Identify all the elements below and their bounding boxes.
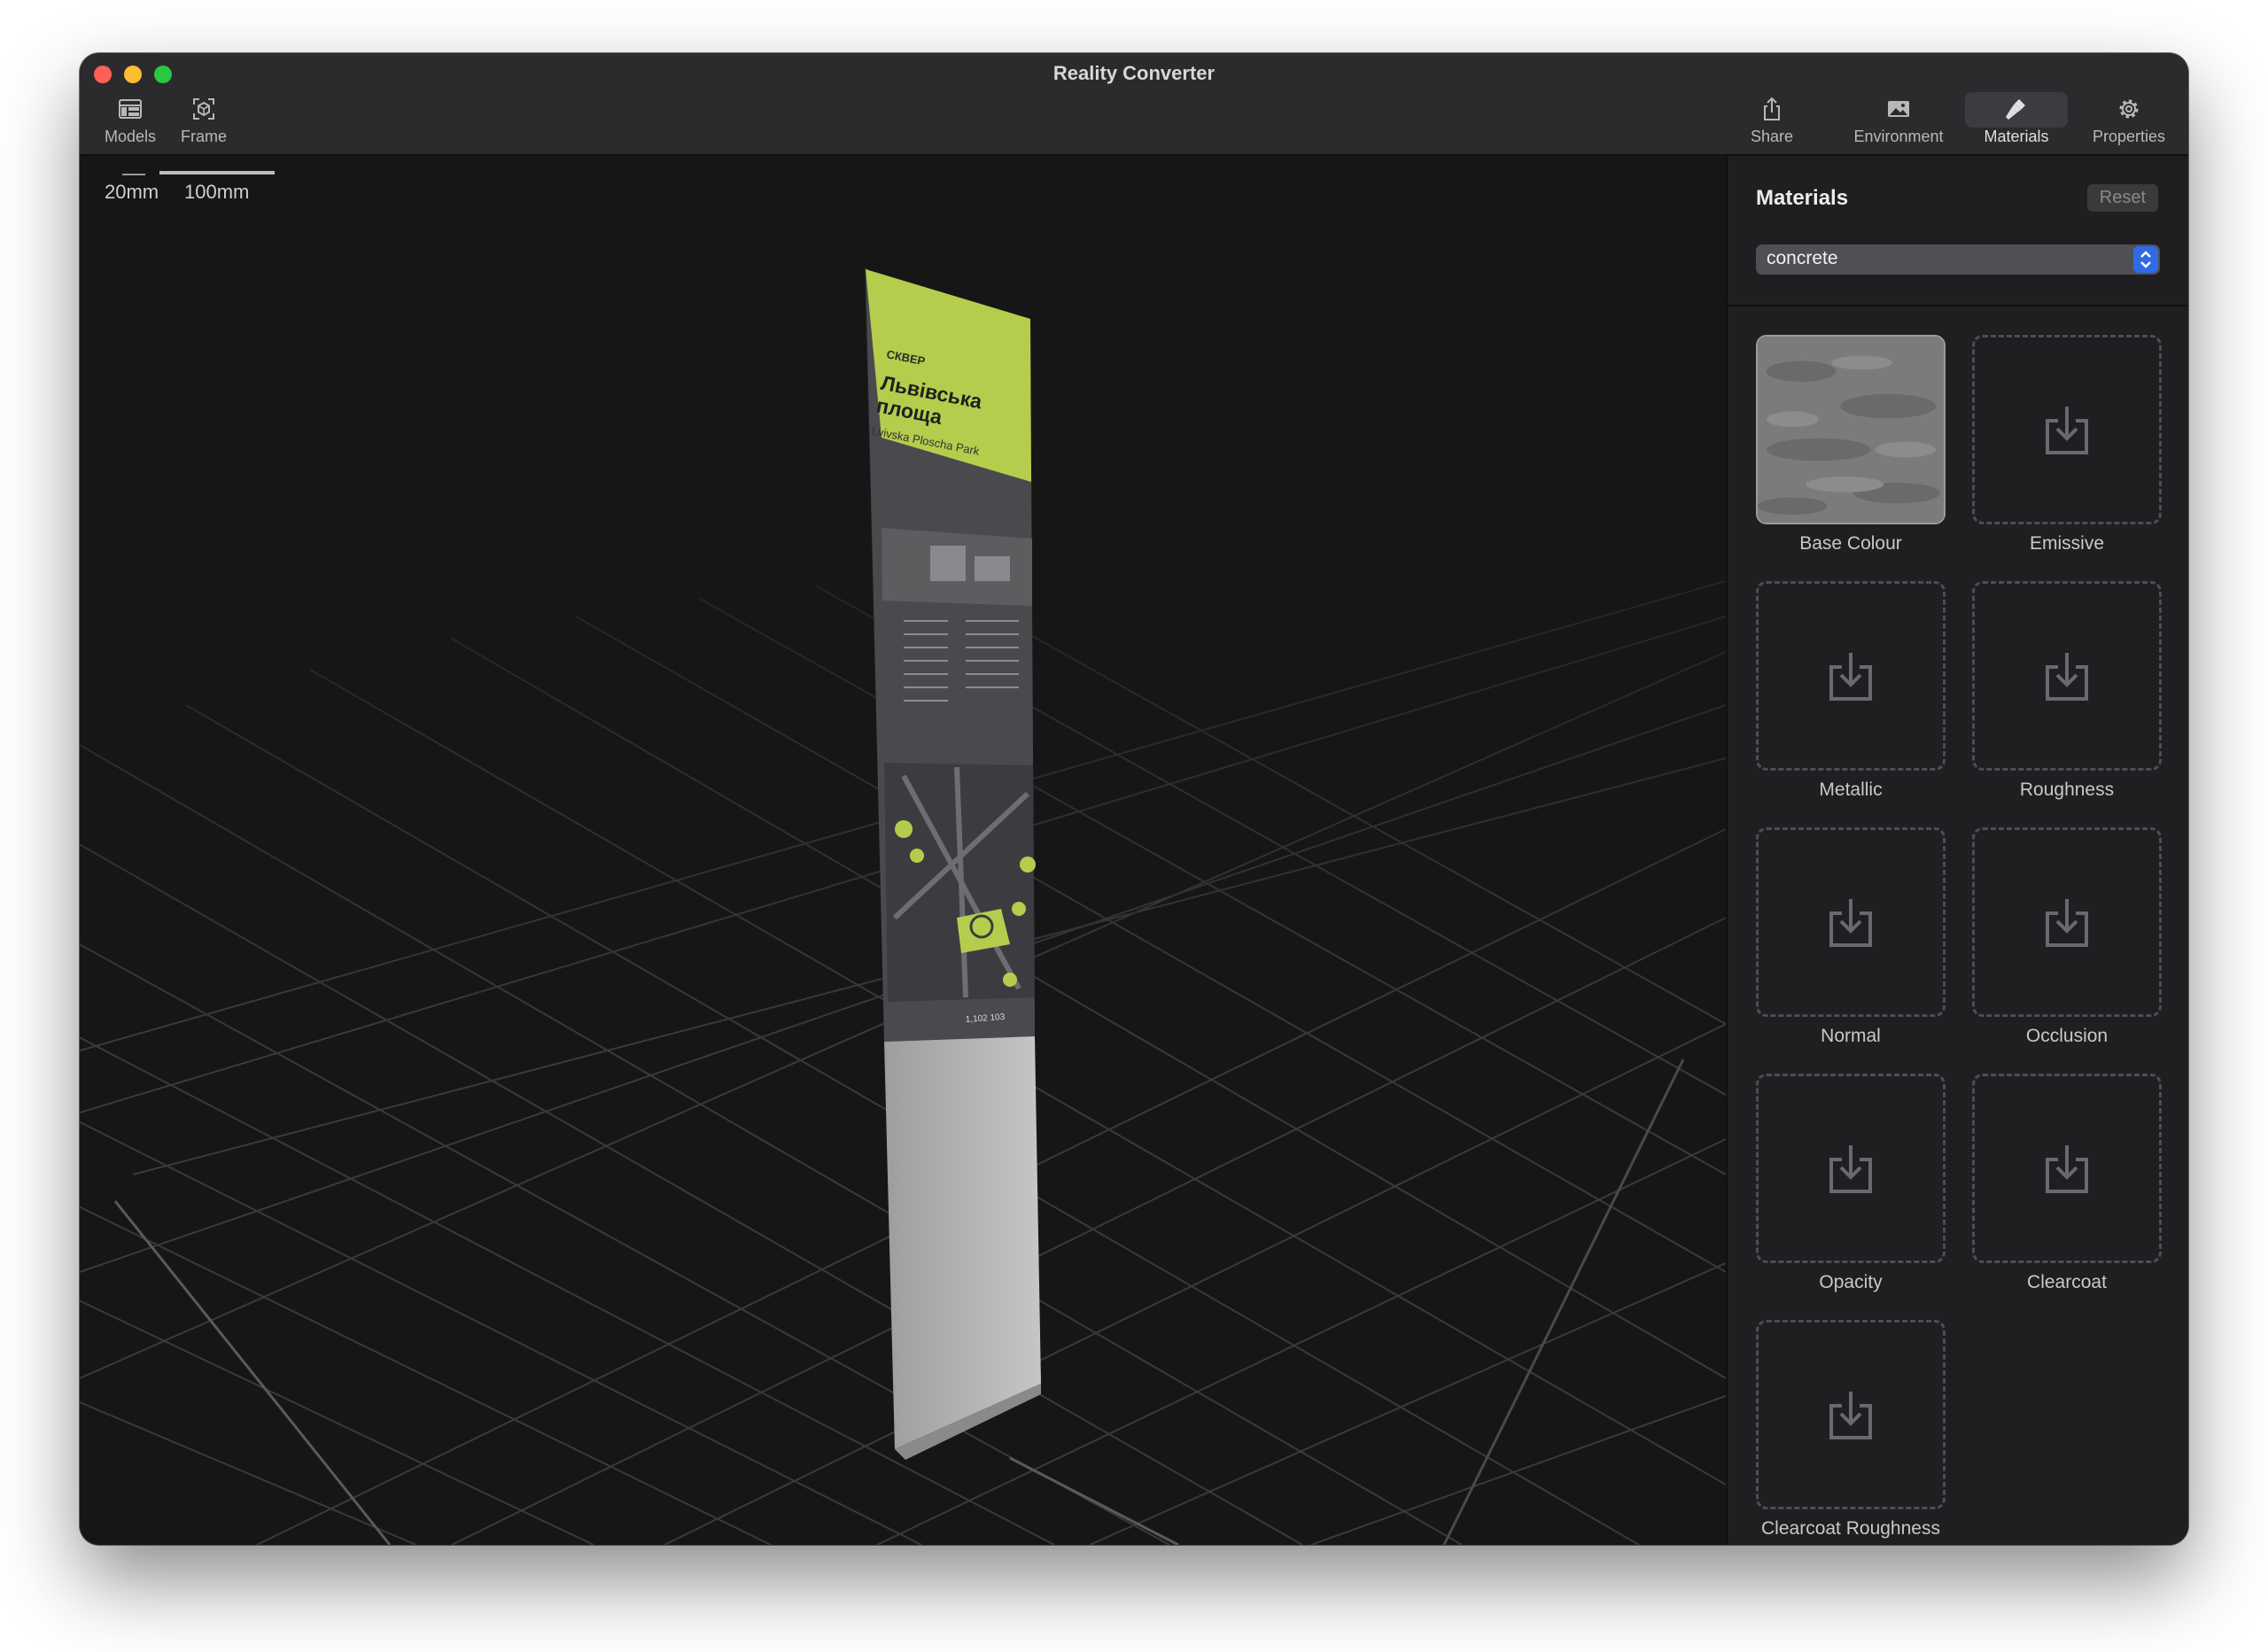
- scale-bar-large-line: [159, 171, 275, 175]
- share-button[interactable]: Share: [1736, 96, 1807, 146]
- scale-bar-small-line: [122, 174, 145, 175]
- clearcoat-label: Clearcoat: [2027, 1272, 2107, 1292]
- models-label: Models: [104, 128, 157, 145]
- frame-button[interactable]: Frame: [168, 96, 239, 146]
- material-select[interactable]: concrete: [1756, 244, 2160, 275]
- opacity-drop-zone[interactable]: [1756, 1074, 1946, 1263]
- roughness-slot[interactable]: Roughness: [1972, 581, 2162, 801]
- models-button[interactable]: Models: [90, 96, 170, 146]
- toolbar: Reality Converter Models Frame Share Env…: [80, 53, 2188, 156]
- base-colour-label: Base Colour: [1799, 533, 1902, 554]
- panel-title: Materials: [1756, 186, 1849, 210]
- emissive-label: Emissive: [2029, 533, 2104, 554]
- clearcoat-roughness-slot[interactable]: Clearcoat Roughness: [1756, 1320, 1946, 1540]
- normal-drop-zone[interactable]: [1756, 827, 1946, 1017]
- clearcoat-roughness-drop-zone[interactable]: [1756, 1320, 1946, 1509]
- sign-concrete-base: [884, 1036, 1041, 1449]
- occlusion-drop-zone[interactable]: [1972, 827, 2162, 1017]
- window-title: Reality Converter: [1052, 62, 1216, 84]
- share-label: Share: [1750, 128, 1794, 145]
- properties-button[interactable]: Properties: [2080, 96, 2178, 146]
- occlusion-slot[interactable]: Occlusion: [1972, 827, 2162, 1047]
- normal-slot[interactable]: Normal: [1756, 827, 1946, 1047]
- materials-icon: [2006, 99, 2025, 120]
- environment-icon: [1888, 101, 1909, 117]
- frame-icon: [193, 98, 214, 120]
- material-select-value: concrete: [1767, 248, 1838, 268]
- reset-button[interactable]: Reset: [2086, 184, 2158, 212]
- download-icon: [2046, 899, 2088, 947]
- opacity-label: Opacity: [1819, 1272, 1883, 1292]
- download-icon: [2046, 1145, 2088, 1193]
- panel-divider: [1728, 305, 2188, 306]
- frame-label: Frame: [180, 128, 227, 145]
- download-icon: [1829, 1392, 1872, 1439]
- clearcoat-slot[interactable]: Clearcoat: [1972, 1074, 2162, 1293]
- scale-small-label: 20mm: [105, 181, 159, 203]
- roughness-label: Roughness: [2019, 779, 2115, 800]
- clearcoat-roughness-label: Clearcoat Roughness: [1761, 1518, 1940, 1539]
- scene-canvas[interactable]: СКВЕР Львівська площа Lvivska Ploscha Pa…: [80, 156, 1726, 1545]
- emissive-drop-zone[interactable]: [1972, 335, 2162, 524]
- roughness-drop-zone[interactable]: [1972, 581, 2162, 771]
- 3d-viewport[interactable]: СКВЕР Львівська площа Lvivska Ploscha Pa…: [80, 156, 1726, 1545]
- download-icon: [1829, 653, 1872, 701]
- download-icon: [2046, 407, 2088, 454]
- base-colour-texture-thumbnail[interactable]: [1756, 335, 1946, 524]
- share-icon: [1764, 97, 1780, 120]
- metallic-label: Metallic: [1819, 779, 1883, 800]
- download-icon: [1829, 899, 1872, 947]
- metallic-slot[interactable]: Metallic: [1756, 581, 1946, 801]
- base-colour-slot[interactable]: Base Colour: [1756, 335, 1946, 555]
- app-window: Reality Converter Models Frame Share Env…: [80, 53, 2188, 1545]
- scale-large-label: 100mm: [184, 181, 250, 203]
- clearcoat-drop-zone[interactable]: [1972, 1074, 2162, 1263]
- materials-panel: Materials Reset concrete Base Colour Emi…: [1726, 156, 2188, 1545]
- metallic-drop-zone[interactable]: [1756, 581, 1946, 771]
- emissive-slot[interactable]: Emissive: [1972, 335, 2162, 555]
- download-icon: [1829, 1145, 1872, 1193]
- chevron-updown-icon: [2133, 246, 2158, 273]
- models-icon: [119, 99, 142, 119]
- environment-button[interactable]: Environment: [1850, 96, 1947, 146]
- materials-label: Materials: [1984, 128, 2049, 145]
- normal-label: Normal: [1821, 1026, 1881, 1046]
- environment-label: Environment: [1853, 128, 1944, 145]
- download-icon: [2046, 653, 2088, 701]
- gear-icon: [2119, 99, 2139, 119]
- materials-button[interactable]: Materials: [1965, 92, 2068, 146]
- properties-label: Properties: [2092, 128, 2166, 145]
- occlusion-label: Occlusion: [2025, 1026, 2109, 1046]
- opacity-slot[interactable]: Opacity: [1756, 1074, 1946, 1293]
